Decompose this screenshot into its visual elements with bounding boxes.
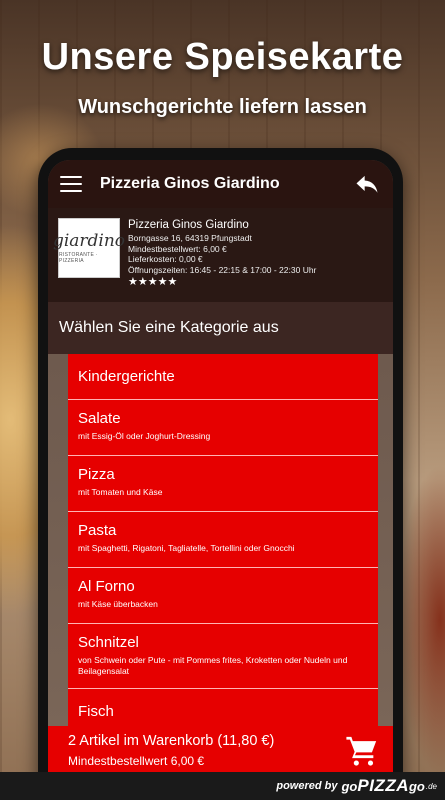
brand-logo-tld: .de (425, 781, 437, 791)
category-list[interactable]: Kindergerichte Salate mit Essig-Öl oder … (68, 354, 378, 734)
footer-brand-bar: powered by go PIZZA go .de (0, 772, 445, 800)
rating-stars: ★★★★★ (128, 276, 178, 288)
restaurant-address: Borngasse 16, 64319 Pfungstadt (128, 233, 252, 243)
category-item-al-forno[interactable]: Al Forno mit Käse überbacken (68, 568, 378, 624)
category-list-area: Kindergerichte Salate mit Essig-Öl oder … (48, 354, 393, 734)
brand-logo-go-suffix: go (408, 778, 425, 794)
cart-bar[interactable]: 2 Artikel im Warenkorb (11,80 €) Mindest… (48, 726, 393, 776)
category-header: Wählen Sie eine Kategorie aus (48, 302, 393, 354)
promo-subheadline: Wunschgerichte liefern lassen (78, 96, 367, 118)
restaurant-logo: giardino RISTORANTE · PIZZERIA (53, 218, 125, 278)
cart-min-order: Mindestbestellwert 6,00 € (68, 754, 205, 768)
hamburger-menu-icon[interactable] (60, 176, 82, 192)
brand-logo-pizza: PIZZA (357, 776, 409, 795)
restaurant-hours: Öffnungszeiten: 16:45 - 22:15 & 17:00 - … (128, 264, 317, 275)
shopping-cart-icon[interactable] (345, 734, 379, 768)
promo-headline: Unsere Speisekarte (41, 36, 404, 78)
restaurant-info: giardino RISTORANTE · PIZZERIA Pizzeria … (48, 208, 393, 302)
cart-summary: 2 Artikel im Warenkorb (11,80 €) (68, 733, 275, 749)
app-title: Pizzeria Ginos Giardino (100, 175, 280, 192)
category-item-schnitzel[interactable]: Schnitzel von Schwein oder Pute - mit Po… (68, 624, 378, 689)
restaurant-delivery-cost: Lieferkosten: 0,00 € (128, 254, 203, 264)
reply-back-icon[interactable] (353, 170, 381, 198)
app-bar: Pizzeria Ginos Giardino (48, 160, 393, 208)
category-item-salate[interactable]: Salate mit Essig-Öl oder Joghurt-Dressin… (68, 400, 378, 456)
category-item-pasta[interactable]: Pasta mit Spaghetti, Rigatoni, Tagliatel… (68, 512, 378, 568)
restaurant-name: Pizzeria Ginos Giardino (128, 219, 249, 231)
category-item-pizza[interactable]: Pizza mit Tomaten und Käse (68, 456, 378, 512)
brand-logo-go: go (341, 778, 358, 794)
phone-screen: Pizzeria Ginos Giardino giardino RISTORA… (48, 160, 393, 800)
restaurant-min-order: Mindestbestellwert: 6,00 € (128, 243, 227, 254)
powered-by-label: powered by (276, 780, 338, 792)
category-item-kindergerichte[interactable]: Kindergerichte (68, 354, 378, 400)
